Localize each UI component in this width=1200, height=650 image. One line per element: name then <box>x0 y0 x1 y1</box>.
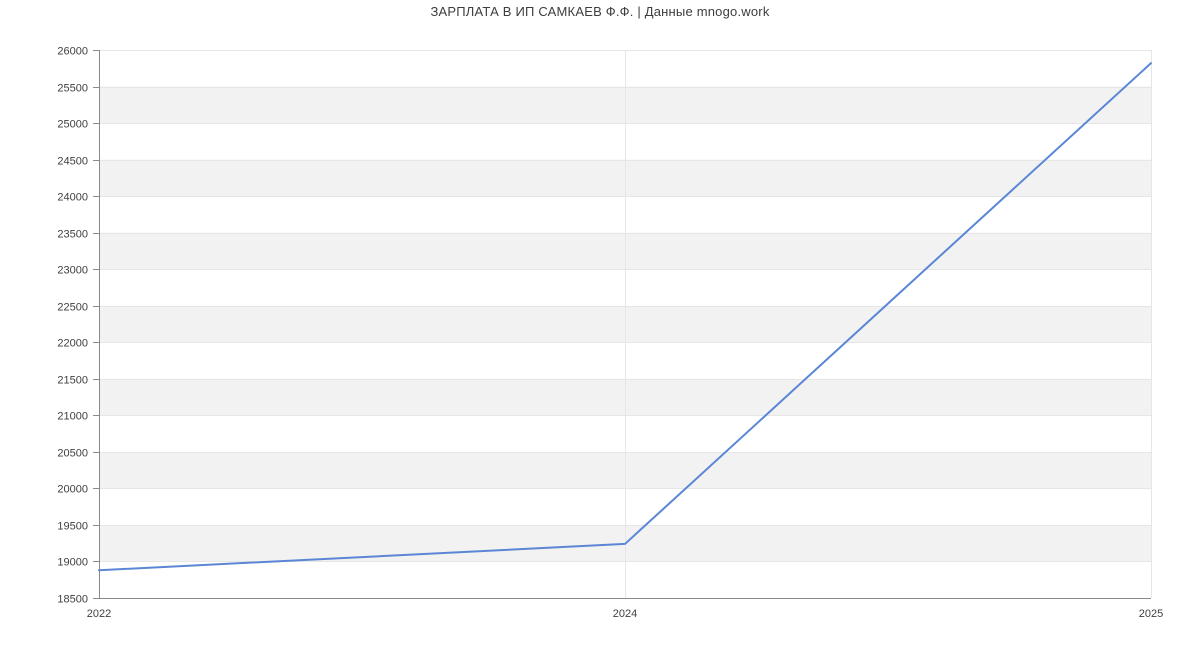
y-tick-label: 20000 <box>57 484 88 496</box>
y-tick-label: 21500 <box>57 375 88 387</box>
y-tick-label: 26000 <box>57 46 88 58</box>
y-tick-label: 24000 <box>57 192 88 204</box>
y-tick-label: 24500 <box>57 156 88 168</box>
x-tick-label: 2024 <box>613 608 637 620</box>
y-tick-label: 23000 <box>57 265 88 277</box>
y-tick-label: 22500 <box>57 302 88 314</box>
y-tick-label: 19500 <box>57 521 88 533</box>
y-tick-label: 25500 <box>57 83 88 95</box>
salary-chart-page: ЗАРПЛАТА В ИП САМКАЕВ Ф.Ф. | Данные mnog… <box>0 0 1200 650</box>
y-tick-label: 23500 <box>57 229 88 241</box>
y-tick-label: 21000 <box>57 411 88 423</box>
y-tick-label: 20500 <box>57 448 88 460</box>
y-tick-label: 25000 <box>57 119 88 131</box>
x-tick-label: 2022 <box>87 608 111 620</box>
salary-line-chart: 18500 19000 19500 20000 20500 21000 21500 22000… <box>57 46 1163 621</box>
y-tick-label: 22000 <box>57 338 88 350</box>
y-tick-label: 19000 <box>57 557 88 569</box>
y-tick-label: 18500 <box>57 594 88 606</box>
x-tick-label: 2025 <box>1139 608 1163 620</box>
